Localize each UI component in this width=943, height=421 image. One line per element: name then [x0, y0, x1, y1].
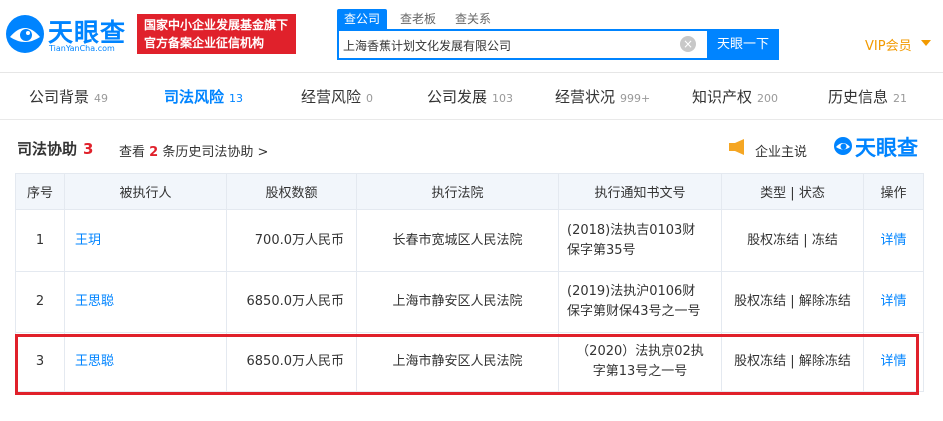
logo[interactable]: 天眼查 TianYanCha.com	[4, 11, 132, 59]
table-header-row: 序号 被执行人 股权数额 执行法院 执行通知书文号 类型 | 状态 操作	[15, 173, 924, 210]
tab-operating-risk[interactable]: 经营风险 0	[301, 74, 373, 120]
history-count: 2	[149, 145, 159, 160]
cell-no: 3	[15, 332, 65, 392]
search-tab-relation[interactable]: 查关系	[455, 9, 491, 29]
table-row: 2 王思聪 6850.0万人民币 上海市静安区人民法院 (2019)法执沪010…	[15, 271, 924, 333]
tianyancha-watermark: 天眼查	[833, 134, 923, 160]
cell-amount: 700.0万人民币	[226, 209, 357, 272]
header-divider	[0, 72, 943, 73]
notice-line-2: 字第13号之一号	[592, 364, 688, 379]
executee-link[interactable]: 王思聪	[75, 294, 114, 309]
col-header-executee: 被执行人	[64, 173, 227, 210]
badge-line-1: 国家中小企业发展基金旗下	[144, 18, 289, 32]
table-row: 1 王玥 700.0万人民币 长春市宽城区人民法院 (2018)法执吉0103财…	[15, 209, 924, 272]
section-count: 3	[83, 140, 94, 158]
cell-executee: 王玥	[64, 209, 227, 272]
col-header-type-status: 类型 | 状态	[721, 173, 864, 210]
col-header-court: 执行法院	[356, 173, 559, 210]
search-input[interactable]	[343, 35, 673, 55]
cell-executee: 王思聪	[64, 332, 227, 392]
notice-line-1: (2019)法执沪0106财	[567, 284, 696, 299]
history-prefix: 查看	[119, 145, 146, 160]
tab-label: 知识产权	[692, 88, 753, 106]
table-row: 3 王思聪 6850.0万人民币 上海市静安区人民法院 （2020）法执京02执…	[15, 332, 924, 392]
top-header: 天眼查 TianYanCha.com 国家中小企业发展基金旗下 官方备案企业征信…	[0, 0, 943, 72]
col-header-action: 操作	[863, 173, 924, 210]
cell-action: 详情	[863, 332, 924, 392]
search-button[interactable]: 天眼一下	[707, 29, 779, 60]
badge-line-2: 官方备案企业征信机构	[144, 36, 265, 50]
tab-intellectual-property[interactable]: 知识产权 200	[692, 74, 778, 120]
cell-action: 详情	[863, 209, 924, 272]
cell-notice-no: (2018)法执吉0103财 保字第35号	[558, 209, 722, 272]
history-link[interactable]: 查看 2 条历史司法协助 >	[119, 141, 268, 160]
history-suffix: 条历史司法协助 >	[162, 145, 269, 160]
cell-amount: 6850.0万人民币	[226, 332, 357, 392]
cell-type-status: 股权冻结 | 冻结	[721, 209, 864, 272]
tianyancha-eye-logo-icon	[6, 15, 44, 53]
tab-company-background[interactable]: 公司背景 49	[29, 74, 108, 120]
tab-count: 200	[757, 92, 779, 105]
cell-notice-no: (2019)法执沪0106财 保字第财保43号之一号	[558, 271, 722, 333]
executee-link[interactable]: 王思聪	[75, 354, 114, 369]
cell-action: 详情	[863, 271, 924, 333]
search-tab-company[interactable]: 查公司	[337, 9, 388, 29]
tab-count: 0	[366, 92, 374, 105]
tab-judicial-risk[interactable]: 司法风险 13	[164, 74, 243, 120]
cell-notice-no: （2020）法执京02执 字第13号之一号	[558, 332, 722, 392]
chevron-down-icon[interactable]	[921, 40, 931, 46]
tab-history[interactable]: 历史信息 21	[828, 74, 907, 120]
executee-link[interactable]: 王玥	[75, 233, 101, 248]
cell-amount: 6850.0万人民币	[226, 271, 357, 333]
official-badge: 国家中小企业发展基金旗下 官方备案企业征信机构	[137, 14, 296, 54]
logo-subtext: TianYanCha.com	[49, 44, 115, 53]
megaphone-icon	[729, 139, 744, 155]
cell-court: 上海市静安区人民法院	[356, 271, 559, 333]
tab-label: 经营风险	[301, 88, 362, 106]
cell-type-status: 股权冻结 | 解除冻结	[721, 271, 864, 333]
tab-count: 21	[893, 92, 908, 105]
col-header-no: 序号	[15, 173, 65, 210]
section-title-text: 司法协助	[17, 140, 78, 158]
cell-no: 2	[15, 271, 65, 333]
vip-link[interactable]: VIP会员	[865, 35, 912, 54]
notice-line-1: （2020）法执京02执	[576, 344, 704, 359]
tab-count: 13	[229, 92, 244, 105]
cell-no: 1	[15, 209, 65, 272]
tab-company-development[interactable]: 公司发展 103	[427, 74, 513, 120]
tab-label: 公司背景	[29, 88, 90, 106]
watermark-text: 天眼查	[855, 136, 918, 160]
tianyancha-eye-logo-icon	[834, 137, 852, 155]
judicial-assistance-table: 序号 被执行人 股权数额 执行法院 执行通知书文号 类型 | 状态 操作 1 王…	[15, 173, 924, 392]
details-link[interactable]: 详情	[880, 294, 906, 309]
col-header-notice-no: 执行通知书文号	[558, 173, 722, 210]
tab-label: 经营状况	[555, 88, 616, 106]
section-title: 司法协助 3	[17, 138, 93, 159]
page: { "brand": {"name": "天眼查", "sub": "TianY…	[0, 0, 943, 421]
search-box: × 天眼一下	[337, 29, 779, 60]
tab-label: 公司发展	[427, 88, 488, 106]
notice-line-1: (2018)法执吉0103财	[567, 222, 696, 238]
col-header-amount: 股权数额	[226, 173, 357, 210]
details-link[interactable]: 详情	[880, 233, 906, 248]
tab-count: 103	[492, 92, 514, 105]
nav-tabs: 公司背景 49 司法风险 13 经营风险 0 公司发展 103 经营状况 999+ 知识产…	[0, 74, 943, 120]
clear-icon[interactable]: ×	[680, 36, 696, 52]
details-link[interactable]: 详情	[880, 354, 906, 369]
enterprise-says-link[interactable]: 企业主说	[755, 141, 807, 160]
tab-label: 司法风险	[164, 88, 225, 106]
tab-operating-status[interactable]: 经营状况 999+	[555, 74, 650, 120]
tab-count: 49	[94, 92, 109, 105]
notice-line-2: 保字第财保43号之一号	[567, 304, 701, 319]
cell-executee: 王思聪	[64, 271, 227, 333]
notice-line-2: 保字第35号	[567, 242, 636, 258]
cell-court: 长春市宽城区人民法院	[356, 209, 559, 272]
cell-court: 上海市静安区人民法院	[356, 332, 559, 392]
search-tab-boss[interactable]: 查老板	[400, 9, 436, 29]
tab-count: 999+	[620, 92, 651, 105]
tab-label: 历史信息	[828, 88, 889, 106]
cell-type-status: 股权冻结 | 解除冻结	[721, 332, 864, 392]
